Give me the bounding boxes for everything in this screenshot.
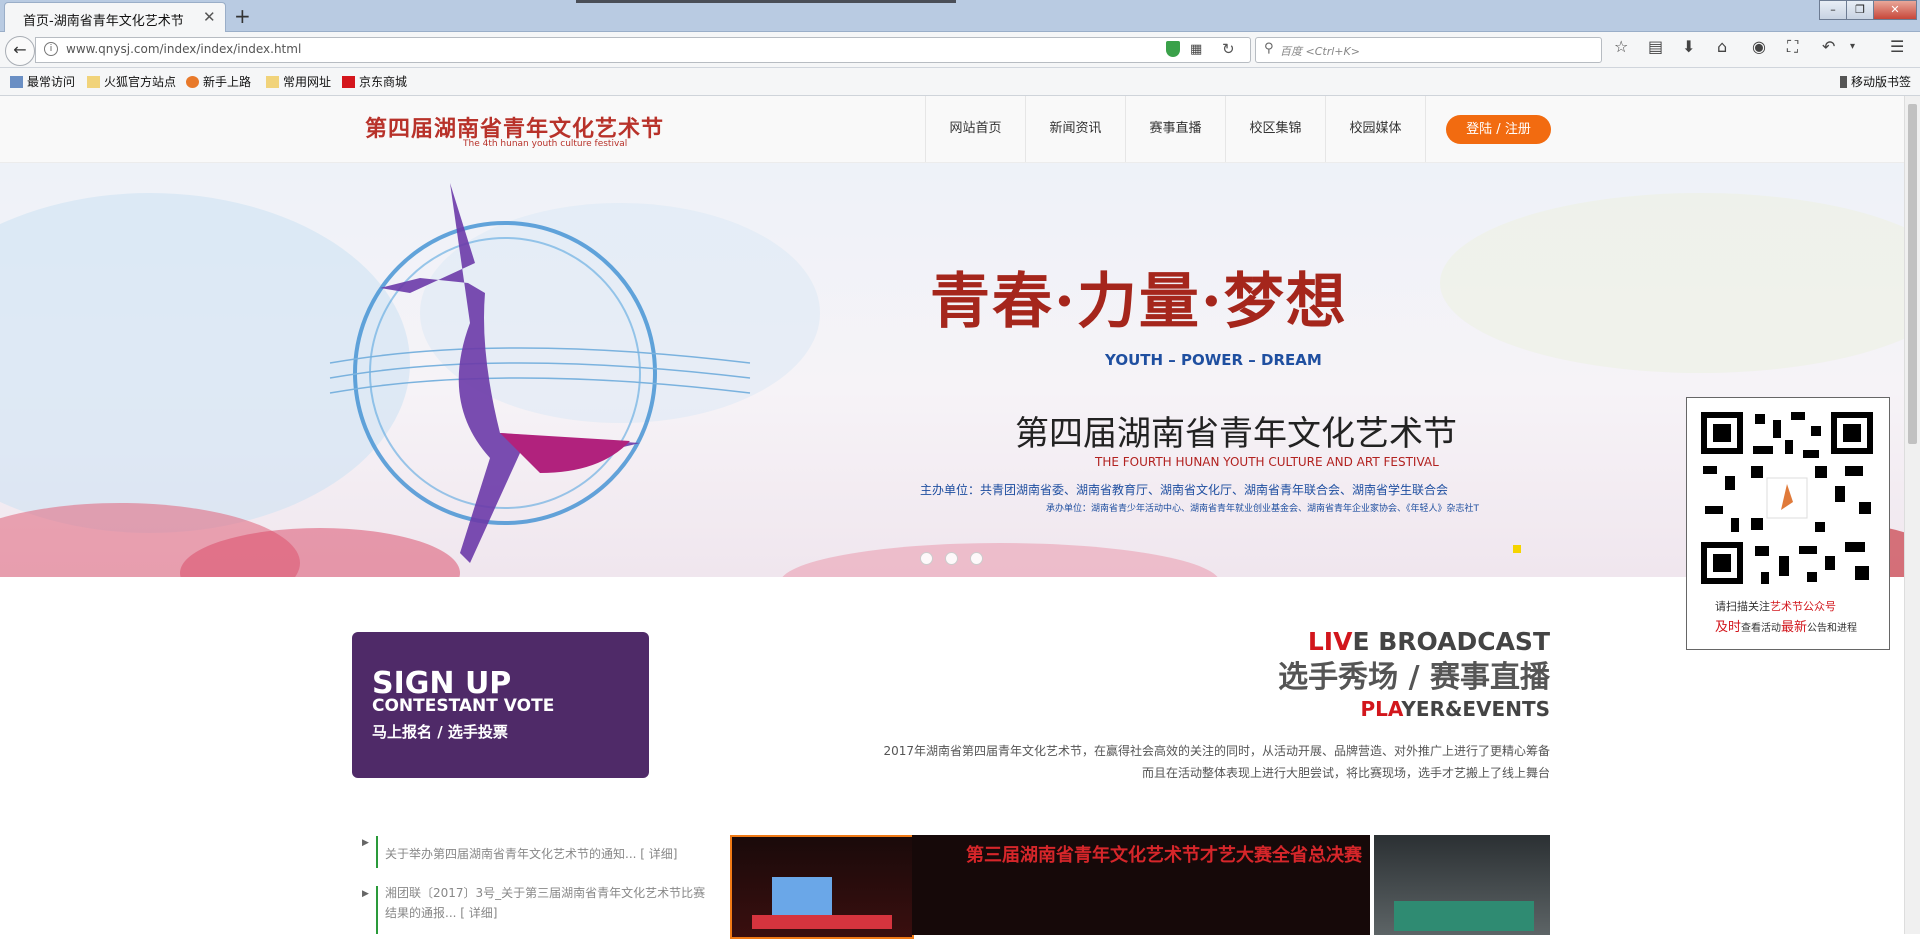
firefox-icon — [186, 76, 199, 88]
video-thumb-2[interactable]: 第三届湖南省青年文化艺术节才艺大赛全省总决赛 — [912, 835, 1370, 935]
search-placeholder[interactable]: 百度 <Ctrl+K> — [1280, 43, 1360, 59]
page-scrollbar[interactable] — [1904, 96, 1920, 934]
banner-festival-title: 第四届湖南省青年文化艺术节 — [1015, 414, 1457, 454]
phone-icon — [1840, 76, 1847, 88]
jd-icon — [342, 76, 355, 88]
bookmark-item[interactable]: 新手上路 — [186, 73, 251, 90]
news-item-2[interactable]: 湘团联〔2017〕3号_关于第三届湖南省青年文化艺术节比赛结果的通报... [ … — [385, 883, 715, 923]
bookmark-item[interactable]: 京东商城 — [342, 73, 407, 90]
maximize-window-button[interactable]: ❐ — [1846, 0, 1874, 20]
bookmark-item[interactable]: 常用网址 — [266, 73, 331, 90]
url-text[interactable]: www.qnysj.com/index/index/index.html — [66, 42, 301, 56]
crop-icon[interactable]: ⛶ — [1787, 37, 1798, 57]
login-register-button[interactable]: 登陆 / 注册 — [1446, 115, 1551, 144]
security-shield-icon[interactable] — [1166, 41, 1180, 57]
bookmarks-toolbar: 最常访问 火狐官方站点 新手上路 常用网址 京东商城 移动版书签 — [0, 68, 1920, 96]
nav-media[interactable]: 校园媒体 — [1325, 96, 1426, 162]
banner-host: 主办单位：共青团湖南省委、湖南省教育厅、湖南省文化厅、湖南省青年联合会、湖南省学… — [920, 483, 1449, 497]
tab-strip-accent — [576, 0, 956, 3]
live-description-1: 2017年湖南省第四届青年文化艺术节，在赢得社会高效的关注的同时，从活动开展、品… — [883, 744, 1550, 758]
slider-dot-2[interactable] — [945, 552, 958, 565]
folder-icon — [266, 76, 279, 88]
signup-subtitle: CONTESTANT VOTE — [372, 696, 555, 716]
floor-area — [1394, 901, 1534, 931]
news-arrow-icon: ▶ — [362, 838, 369, 848]
new-tab-button[interactable]: + — [234, 4, 251, 28]
site-logo-subtitle: The 4th hunan youth culture festival — [463, 139, 628, 149]
news-marker — [376, 836, 378, 868]
banner-slogan: 青春·力量·梦想 — [930, 267, 1348, 337]
dancer-illustration — [329, 183, 751, 563]
bookmark-star-icon[interactable]: ☆ — [1614, 37, 1628, 56]
reading-list-icon[interactable]: ▤ — [1648, 37, 1663, 56]
bookmark-icon — [10, 76, 23, 88]
player-events-title: PLAYER&EVENTS — [1360, 697, 1550, 721]
qr-code-image — [1695, 406, 1879, 590]
menu-icon[interactable]: ☰ — [1890, 37, 1904, 56]
nav-campus[interactable]: 校区集锦 — [1225, 96, 1325, 162]
site-header: 第四届湖南省青年文化艺术节 The 4th hunan youth cultur… — [0, 96, 1904, 163]
qr-caption-1: 请扫描关注艺术节公众号 — [1715, 600, 1836, 613]
bookmark-item[interactable]: 最常访问 — [10, 73, 75, 90]
live-description-2: 而且在活动整体表现上进行大胆尝试，将比赛现场，选手才艺搬上了线上舞台 — [1141, 766, 1550, 780]
nav-live[interactable]: 赛事直播 — [1125, 96, 1225, 162]
slider-indicator — [1513, 545, 1521, 553]
back-button[interactable]: ← — [5, 36, 35, 66]
mobile-bookmarks[interactable]: 移动版书签 — [1840, 73, 1911, 90]
site-info-icon[interactable]: i — [44, 42, 58, 56]
search-icon: ⚲ — [1264, 41, 1274, 56]
home-icon[interactable]: ⌂ — [1717, 37, 1727, 56]
slider-dot-3[interactable] — [970, 552, 983, 565]
chat-icon[interactable]: ◉ — [1752, 37, 1766, 56]
news-item-1[interactable]: 关于举办第四届湖南省青年文化艺术节的通知... [ 详细] — [385, 844, 705, 864]
download-icon[interactable]: ⬇ — [1682, 37, 1695, 56]
browser-nav-toolbar: ← i www.qnysj.com/index/index/index.html… — [0, 32, 1920, 68]
video-thumb-1[interactable] — [730, 835, 914, 939]
qr-caption-2: 及时查看活动最新公告和进程 — [1715, 620, 1858, 635]
video-thumb-3[interactable] — [1374, 835, 1550, 935]
reload-icon[interactable]: ↻ — [1222, 40, 1235, 58]
address-bar[interactable]: i www.qnysj.com/index/index/index.html ▦… — [35, 37, 1251, 63]
news-marker — [376, 886, 378, 934]
wechat-qr-panel: 请扫描关注艺术节公众号 及时查看活动最新公告和进程 — [1686, 397, 1890, 650]
hero-banner: 青春·力量·梦想 YOUTH – POWER – DREAM 第四届湖南省青年文… — [0, 163, 1904, 577]
slider-dot-1[interactable] — [920, 552, 933, 565]
nav-news[interactable]: 新闻资讯 — [1025, 96, 1125, 162]
undo-icon[interactable]: ↶ — [1822, 37, 1835, 56]
search-bar[interactable]: ⚲ 百度 <Ctrl+K> — [1255, 37, 1602, 63]
tab-close-icon[interactable]: ✕ — [203, 8, 216, 26]
thumb-caption: 第三届湖南省青年文化艺术节才艺大赛全省总决赛 — [966, 845, 1362, 866]
stage-screen — [772, 877, 832, 917]
minimize-window-button[interactable]: – — [1819, 0, 1847, 20]
scrollbar-thumb[interactable] — [1908, 104, 1917, 444]
banner-slogan-en: YOUTH – POWER – DREAM — [1105, 351, 1322, 369]
signup-cn: 马上报名 / 选手投票 — [372, 723, 508, 741]
qr-code-icon[interactable]: ▦ — [1190, 42, 1202, 57]
close-window-button[interactable]: ✕ — [1873, 0, 1917, 20]
banner-background-art — [0, 193, 1904, 577]
browser-tab-strip: 首页-湖南省青年文化艺术节 ✕ + – ❐ ✕ — [0, 0, 1920, 32]
tab-title: 首页-湖南省青年文化艺术节 — [23, 14, 184, 29]
undo-dropdown-icon[interactable]: ▾ — [1850, 41, 1855, 52]
live-broadcast-cn-title: 选手秀场 / 赛事直播 — [1278, 660, 1550, 695]
browser-tab-active[interactable]: 首页-湖南省青年文化艺术节 ✕ — [4, 2, 226, 32]
news-arrow-icon: ▶ — [362, 889, 369, 899]
nav-home[interactable]: 网站首页 — [925, 96, 1025, 162]
folder-icon — [87, 76, 100, 88]
signup-vote-card[interactable]: SIGN UP CONTESTANT VOTE 马上报名 / 选手投票 — [352, 632, 649, 778]
banner-festival-en: THE FOURTH HUNAN YOUTH CULTURE AND ART F… — [1095, 455, 1439, 469]
banner-co-host: 承办单位：湖南省青少年活动中心、湖南省青年就业创业基金会、湖南省青年企业家协会、… — [1046, 504, 1480, 514]
bookmark-item[interactable]: 火狐官方站点 — [87, 73, 176, 90]
stage-performers — [752, 915, 892, 929]
